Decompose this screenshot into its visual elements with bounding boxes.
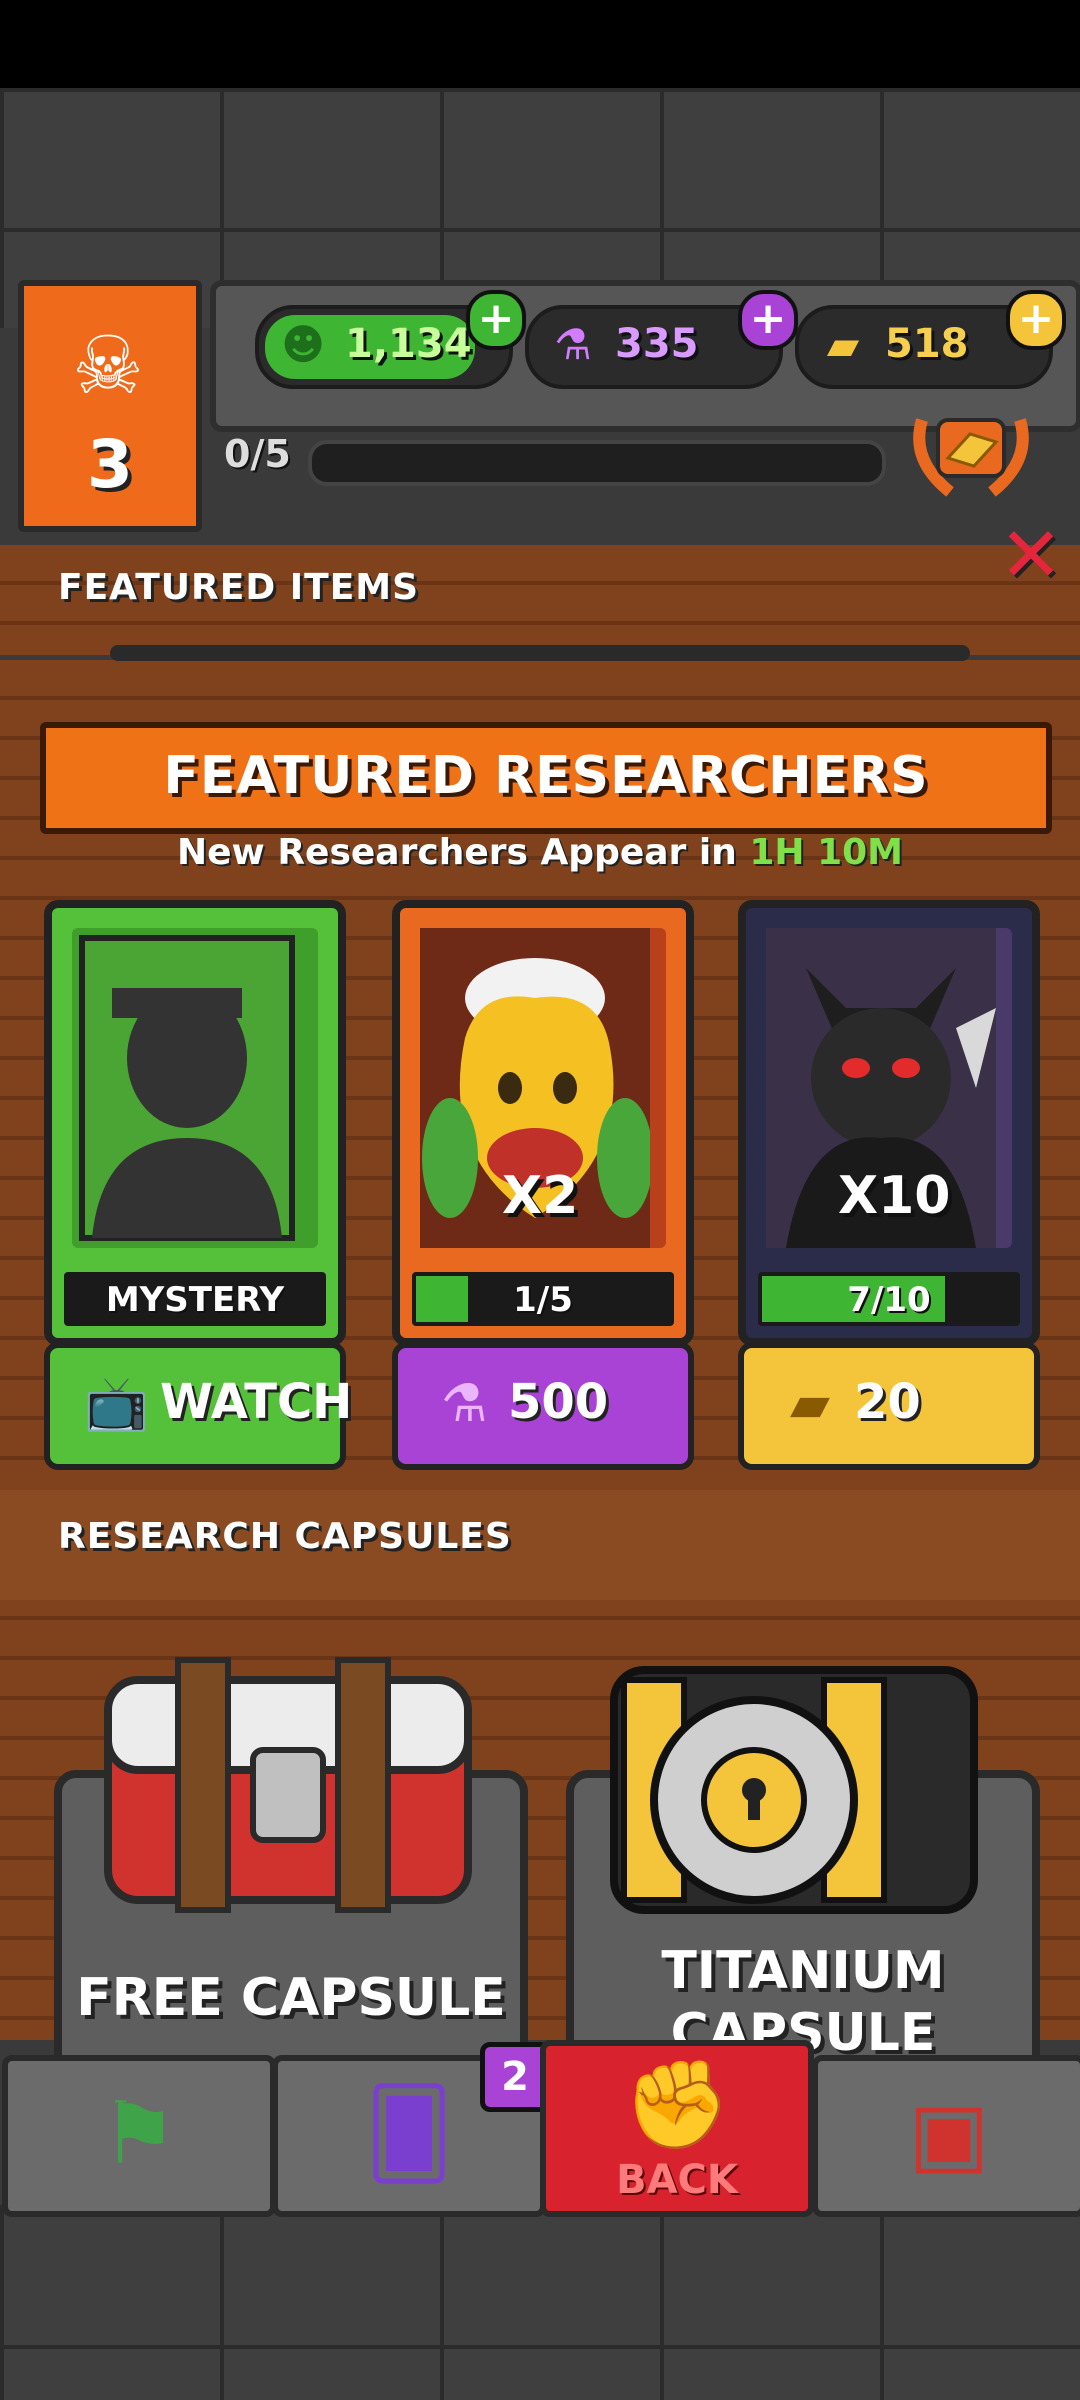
watch-button[interactable]: 📺 WATCH	[44, 1342, 352, 1470]
card-progress-text: 1/5	[513, 1280, 573, 1320]
researchers-timer: New Researchers Appear in 1H 10M	[0, 832, 1080, 873]
timer-value: 1H 10M	[749, 832, 903, 873]
ghost-icon: ☠	[72, 319, 144, 412]
capsule-icon: ▣	[908, 2084, 990, 2184]
card-footer: 7/10	[758, 1272, 1020, 1326]
status-bar	[0, 0, 1080, 88]
free-capsule-chest-icon	[104, 1657, 472, 1913]
level-number: 3	[87, 426, 133, 503]
back-tab[interactable]: ✊ BACK	[540, 2040, 814, 2217]
missions-tab[interactable]: ⚑	[2, 2055, 276, 2217]
add-zombie-currency-button[interactable]: +	[466, 290, 526, 350]
featured-items-title: FEATURED ITEMS	[58, 567, 420, 608]
free-capsule-label: FREE CAPSULE	[76, 1968, 506, 2028]
gold-bar-icon: ▰	[790, 1374, 830, 1434]
buy-pepper-button[interactable]: ⚗ 500	[392, 1342, 694, 1470]
mystery-silhouette	[72, 928, 318, 1248]
watch-button-label: WATCH	[160, 1374, 353, 1430]
featured-researchers-ribbon: FEATURED RESEARCHERS	[40, 722, 1052, 834]
zombie-icon: ☻	[281, 320, 325, 369]
card-footer: 1/5	[412, 1272, 674, 1326]
close-button[interactable]: ✕	[996, 517, 1066, 593]
card-footer-label: MYSTERY	[105, 1280, 285, 1320]
titanium-capsule-vault-icon	[610, 1666, 978, 1914]
level-progress-bar	[308, 440, 886, 486]
potion-icon: ⚗	[440, 1374, 488, 1434]
multiplier-label: X2	[502, 1166, 579, 1226]
gold-currency-value: 518	[885, 321, 969, 367]
featured-items-header: FEATURED ITEMS	[0, 545, 1080, 655]
buy-bat-button[interactable]: ▰ 20	[738, 1342, 1040, 1470]
divider	[110, 645, 970, 661]
flag-icon: ⚑	[100, 2084, 178, 2184]
buy-pepper-price: 500	[508, 1374, 609, 1430]
timer-prefix: New Researchers Appear in	[176, 832, 737, 873]
gold-bar-icon: ▰	[826, 320, 860, 369]
buy-bat-price: 20	[854, 1374, 921, 1430]
gold-reward-laurel-icon[interactable]	[910, 400, 1032, 500]
add-potion-currency-button[interactable]: +	[738, 290, 798, 350]
potion-currency-value: 335	[615, 321, 699, 367]
level-progress-text: 0/5	[224, 432, 291, 476]
research-capsules-title: RESEARCH CAPSULES	[58, 1516, 512, 1557]
featured-researchers-title: FEATURED RESEARCHERS	[163, 746, 929, 806]
back-tab-label: BACK	[616, 2157, 738, 2203]
card-progress-text: 7/10	[847, 1280, 931, 1320]
level-banner[interactable]: ☠ 3	[18, 280, 202, 532]
silhouette-icon	[79, 935, 295, 1241]
multiplier-label: X10	[838, 1166, 951, 1226]
capsules-tab[interactable]: ▣	[812, 2055, 1080, 2217]
researcher-card-pepper[interactable]: X2 1/5	[392, 900, 694, 1346]
potion-icon: ⚗	[554, 320, 592, 369]
tv-icon: 📺	[84, 1374, 149, 1434]
card-footer: MYSTERY	[64, 1272, 326, 1326]
fist-icon: ✊	[623, 2055, 731, 2155]
researcher-card-bat[interactable]: X10 7/10	[738, 900, 1040, 1346]
stone-background-bottom	[0, 2205, 1080, 2400]
add-gold-currency-button[interactable]: +	[1006, 290, 1066, 350]
research-capsules-header: RESEARCH CAPSULES	[0, 1490, 1080, 1600]
researcher-card-mystery[interactable]: MYSTERY	[44, 900, 346, 1346]
zombie-currency-value: 1,134	[345, 321, 472, 367]
